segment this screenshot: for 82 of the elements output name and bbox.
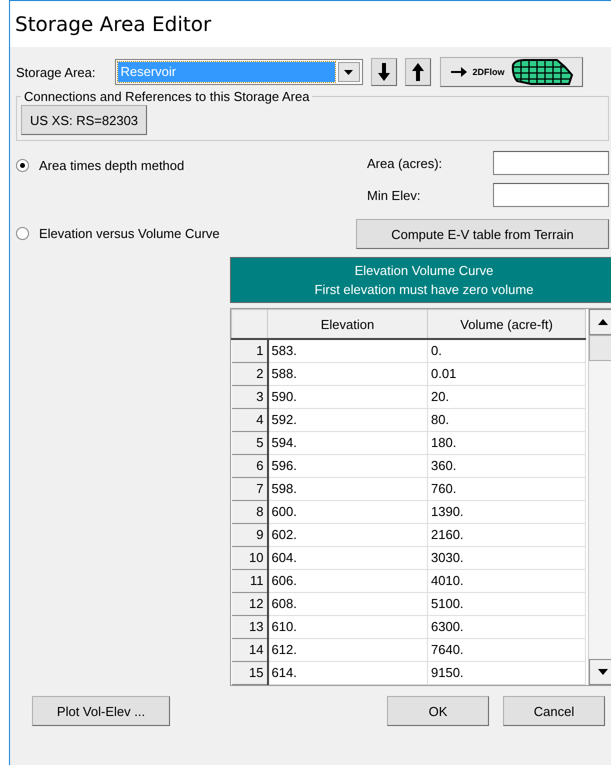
radio-button[interactable] xyxy=(16,226,29,240)
radio-label: Elevation versus Volume Curve xyxy=(39,226,220,240)
table-cell[interactable]: 760. xyxy=(428,478,586,500)
table-cell[interactable]: 614. xyxy=(268,662,428,684)
row-number: 15 xyxy=(232,662,268,684)
table-cell[interactable]: 6300. xyxy=(428,616,586,638)
input-field[interactable] xyxy=(493,183,609,207)
table-cell[interactable]: 600. xyxy=(268,500,428,524)
row-number: 1 xyxy=(232,339,268,362)
table-cell[interactable]: 180. xyxy=(428,432,586,454)
table-cell[interactable]: 0.01 xyxy=(428,362,586,386)
row-number: 11 xyxy=(232,570,268,592)
table-cell[interactable]: 594. xyxy=(268,432,428,454)
table-cell[interactable]: 588. xyxy=(268,362,428,386)
row-number: 7 xyxy=(232,478,268,500)
move-down-button[interactable] xyxy=(370,58,396,86)
scroll-down-icon[interactable] xyxy=(598,669,608,675)
table-cell[interactable]: 7640. xyxy=(428,638,586,662)
radio-label: Area times depth method xyxy=(39,158,184,172)
table-cell[interactable]: 0. xyxy=(428,339,586,362)
field-label: Min Elev: xyxy=(367,188,422,202)
table-cell[interactable]: 9150. xyxy=(428,662,586,684)
row-number: 12 xyxy=(232,592,268,616)
table-cell[interactable]: 80. xyxy=(428,408,586,432)
table-cell[interactable]: 606. xyxy=(268,570,428,592)
column-header: Elevation xyxy=(268,310,428,339)
row-number: 9 xyxy=(232,524,268,546)
banner-title: Elevation Volume Curve xyxy=(354,262,494,280)
dropdown-button[interactable] xyxy=(338,62,360,82)
dropdown-value: Reservoir xyxy=(118,62,334,82)
caret-icon xyxy=(344,70,353,74)
connection-button[interactable]: US XS: RS=82303 xyxy=(21,105,148,135)
2dflow-button[interactable]: 2DFlow xyxy=(440,57,582,87)
table-cell[interactable]: 602. xyxy=(268,524,428,546)
right-arrow-icon xyxy=(450,67,466,77)
row-number: 5 xyxy=(232,432,268,454)
table-cell[interactable]: 596. xyxy=(268,454,428,478)
row-number: 2 xyxy=(232,362,268,386)
table-cell[interactable]: 608. xyxy=(268,592,428,616)
scroll-up-button[interactable] xyxy=(589,309,611,335)
row-number: 14 xyxy=(232,638,268,662)
down-arrow-icon xyxy=(378,63,390,81)
input-field[interactable] xyxy=(493,151,609,175)
table-cell[interactable]: 598. xyxy=(268,478,428,500)
radio-button[interactable] xyxy=(16,158,29,172)
row-number: 6 xyxy=(232,454,268,478)
table-cell[interactable]: 583. xyxy=(268,339,428,362)
row-number: 10 xyxy=(232,546,268,570)
storage-area-label: Storage Area: xyxy=(16,64,96,80)
table-cell[interactable]: 3030. xyxy=(428,546,586,570)
plot-button[interactable]: Plot Vol-Elev ... xyxy=(32,696,170,726)
table-cell[interactable]: 20. xyxy=(428,386,586,408)
banner-subtitle: First elevation must have zero volume xyxy=(314,281,534,299)
dialog-button[interactable]: OK xyxy=(387,696,489,726)
corner-cell xyxy=(232,310,268,339)
table-cell[interactable]: 592. xyxy=(268,408,428,432)
scroll-down-button[interactable] xyxy=(589,659,611,685)
scroll-thumb[interactable] xyxy=(589,335,611,361)
row-number: 3 xyxy=(232,386,268,408)
group-legend: Connections and References to this Storage Area xyxy=(21,89,312,104)
window-title: Storage Area Editor xyxy=(15,12,212,36)
table-cell[interactable]: 2160. xyxy=(428,524,586,546)
mesh-icon xyxy=(510,59,573,85)
table-cell[interactable]: 604. xyxy=(268,546,428,570)
row-number: 13 xyxy=(232,616,268,638)
scrollbar[interactable] xyxy=(588,309,611,685)
dialog-button[interactable]: Cancel xyxy=(503,696,605,726)
scroll-up-icon[interactable] xyxy=(598,319,608,325)
table-cell[interactable]: 360. xyxy=(428,454,586,478)
column-header: Volume (acre-ft) xyxy=(428,310,586,339)
row-number: 8 xyxy=(232,500,268,524)
table-cell[interactable]: 5100. xyxy=(428,592,586,616)
move-up-button[interactable] xyxy=(404,58,430,86)
field-label: Area (acres): xyxy=(367,156,444,170)
compute-button[interactable]: Compute E-V table from Terrain xyxy=(356,219,609,249)
table-cell[interactable]: 612. xyxy=(268,638,428,662)
table-cell[interactable]: 1390. xyxy=(428,500,586,524)
table-cell[interactable]: 590. xyxy=(268,386,428,408)
table-cell[interactable]: 610. xyxy=(268,616,428,638)
table-cell[interactable]: 4010. xyxy=(428,570,586,592)
up-arrow-icon xyxy=(412,63,424,81)
row-number: 4 xyxy=(232,408,268,432)
